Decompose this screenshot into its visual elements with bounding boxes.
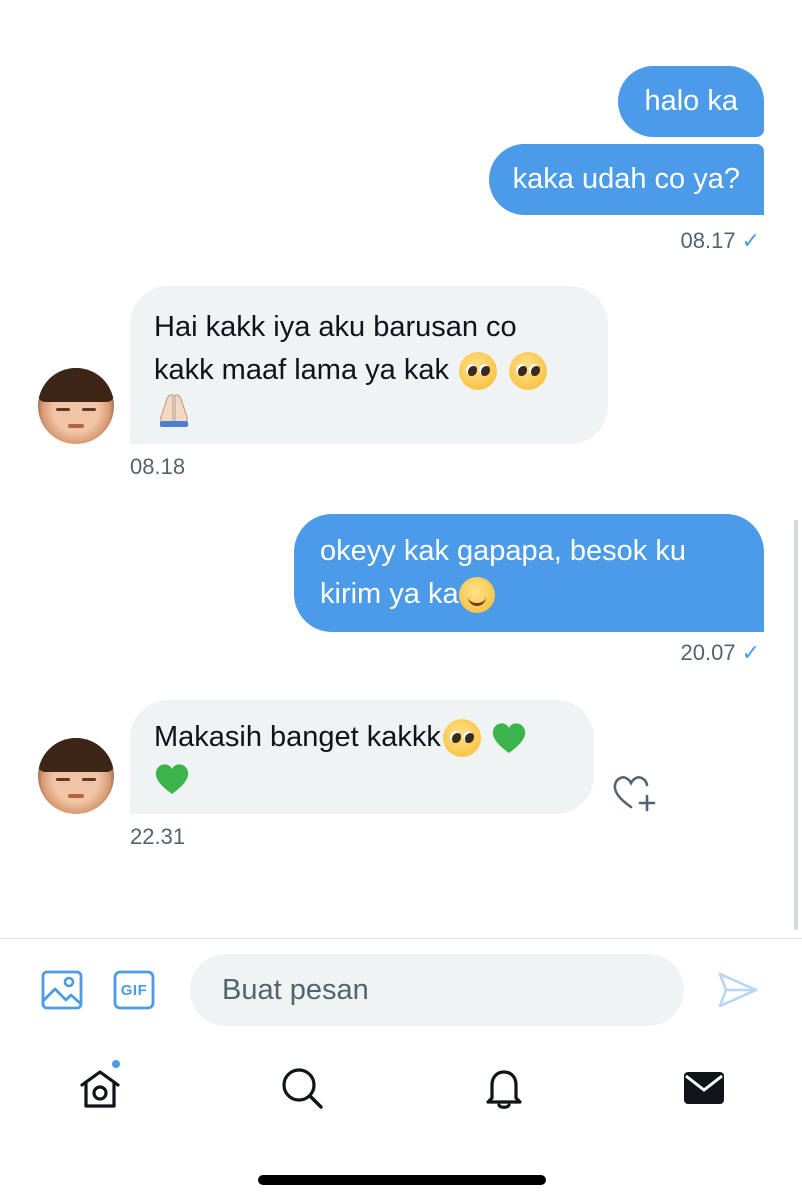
home-indicator[interactable] xyxy=(258,1175,546,1185)
message-timestamp: 08.17 ✓ xyxy=(681,228,761,254)
bottom-tab-bar xyxy=(0,1040,802,1140)
avatar[interactable] xyxy=(38,368,114,444)
message-text-line: kakk maaf lama ya kak xyxy=(154,349,584,392)
message-text: halo ka xyxy=(644,85,738,117)
timestamp-text: 20.07 xyxy=(680,640,736,665)
outgoing-message-group: okeyy kak gapapa, besok ku kirim ya ka xyxy=(294,514,764,632)
avatar[interactable] xyxy=(38,738,114,814)
add-reaction-heart-icon[interactable] xyxy=(610,770,656,814)
search-icon xyxy=(282,1068,323,1109)
read-check-icon: ✓ xyxy=(741,228,760,253)
green-heart-emoji xyxy=(491,721,527,755)
message-text-line: okeyy kak gapapa, besok ku xyxy=(320,535,686,567)
outgoing-message-group: halo ka xyxy=(618,66,764,137)
gif-icon[interactable]: GIF xyxy=(112,968,156,1012)
timestamp-text: 22.31 xyxy=(130,824,186,849)
message-text: Makasih banget kakkk xyxy=(154,721,441,753)
tab-notifications[interactable] xyxy=(480,1064,528,1112)
smiling-face-emoji xyxy=(458,577,495,614)
pleading-face-emoji xyxy=(442,719,481,758)
message-text-line: Makasih banget kakkk xyxy=(154,716,570,759)
scrollbar[interactable] xyxy=(794,520,798,930)
message-timestamp: 22.31 xyxy=(130,824,185,850)
tab-search[interactable] xyxy=(278,1064,326,1112)
incoming-message-bubble[interactable]: Hai kakk iya aku barusan co kakk maaf la… xyxy=(130,286,608,444)
tab-home[interactable] xyxy=(76,1064,124,1112)
outgoing-message-bubble[interactable]: kaka udah co ya? xyxy=(488,144,764,215)
pleading-face-emoji xyxy=(459,352,498,391)
send-icon[interactable] xyxy=(716,968,760,1012)
incoming-message-bubble[interactable]: Makasih banget kakkk xyxy=(130,700,594,814)
conversation-area: halo ka kaka udah co ya? 08.17 ✓ Hai kak… xyxy=(0,0,802,938)
read-check-icon: ✓ xyxy=(741,640,760,665)
green-heart-emoji xyxy=(154,762,190,796)
tab-messages[interactable] xyxy=(680,1064,728,1112)
home-icon xyxy=(80,1070,120,1108)
gif-label: GIF xyxy=(120,981,148,999)
outgoing-message-bubble[interactable]: halo ka xyxy=(618,66,764,137)
image-icon[interactable] xyxy=(40,968,84,1012)
pleading-face-emoji xyxy=(509,352,548,391)
message-input[interactable] xyxy=(190,954,684,1026)
message-timestamp: 08.18 xyxy=(130,454,185,480)
bell-icon xyxy=(486,1070,522,1109)
timestamp-text: 08.18 xyxy=(130,454,186,479)
mail-icon xyxy=(684,1072,724,1104)
notification-dot xyxy=(110,1058,122,1070)
folded-hands-emoji xyxy=(154,389,194,429)
message-text-line: Hai kakk iya aku barusan co xyxy=(154,311,517,343)
timestamp-text: 08.17 xyxy=(680,228,736,253)
composer-divider xyxy=(0,938,802,939)
message-timestamp: 20.07 ✓ xyxy=(681,640,761,666)
outgoing-message-bubble[interactable]: okeyy kak gapapa, besok ku kirim ya ka xyxy=(294,514,764,632)
message-composer: GIF xyxy=(0,940,802,1040)
message-text: kaka udah co ya? xyxy=(512,163,740,195)
message-text-line: kirim ya ka xyxy=(320,573,738,616)
outgoing-message-group: kaka udah co ya? xyxy=(488,144,764,215)
